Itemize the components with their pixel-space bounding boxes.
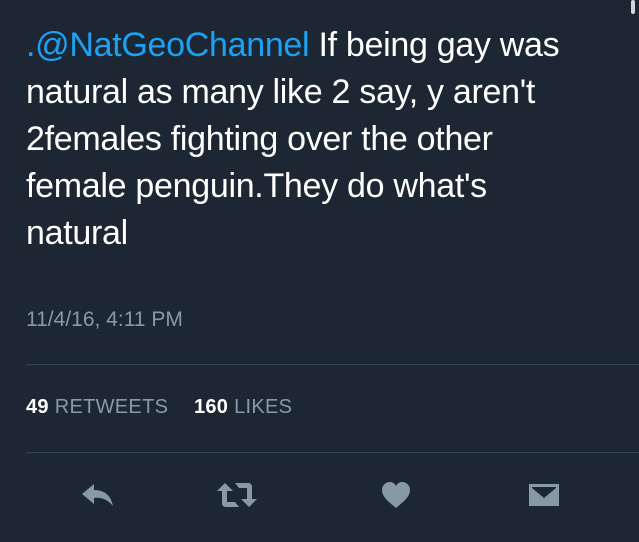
- tweet-stats: 49 RETWEETS 160 LIKES: [26, 396, 292, 419]
- retweet-icon: [217, 483, 257, 507]
- likes-count[interactable]: 160: [194, 396, 228, 418]
- retweets-count[interactable]: 49: [26, 396, 49, 418]
- reply-icon: [82, 484, 113, 506]
- tweet-timestamp: 11/4/16, 4:11 PM: [26, 308, 183, 331]
- reply-button[interactable]: [73, 470, 123, 520]
- direct-message-icon: [529, 484, 559, 506]
- likes-label[interactable]: LIKES: [234, 396, 292, 418]
- like-button[interactable]: [371, 470, 421, 520]
- scrollbar[interactable]: [631, 0, 635, 14]
- divider: [26, 364, 639, 365]
- retweet-button[interactable]: [212, 470, 262, 520]
- tweet-actions: [0, 470, 639, 520]
- retweets-label[interactable]: RETWEETS: [55, 396, 169, 418]
- direct-message-button[interactable]: [519, 470, 569, 520]
- like-icon: [382, 482, 410, 508]
- divider: [26, 452, 639, 453]
- tweet-text: .@NatGeoChannel If being gay was natural…: [26, 22, 596, 257]
- mention-link[interactable]: .@NatGeoChannel: [26, 26, 310, 64]
